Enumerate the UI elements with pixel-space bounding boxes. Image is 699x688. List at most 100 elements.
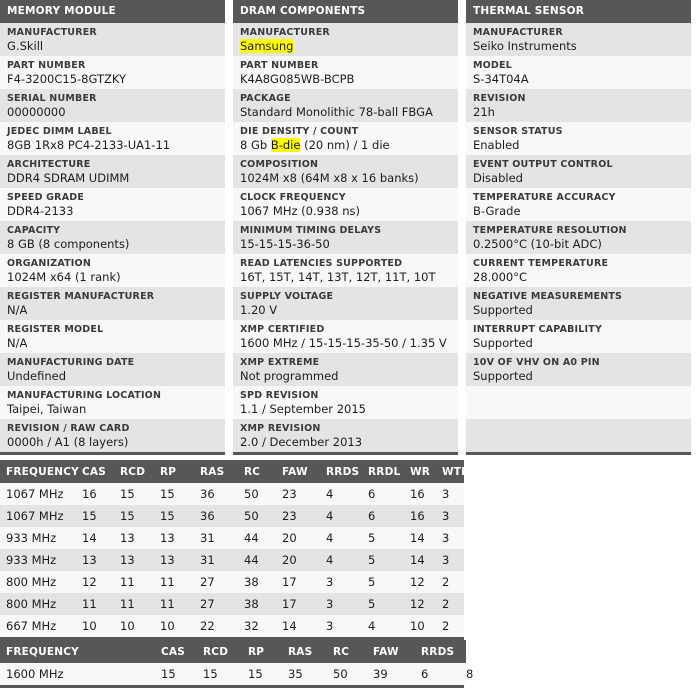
timing-cell: 14 <box>404 549 436 571</box>
xmp-timings-body: 1600 MHz 15 15 15 35 50 39 6 8 <box>0 663 473 685</box>
spd-row-label: XMP CERTIFIED <box>240 324 325 335</box>
spd-row: MANUFACTURER G.Skill <box>0 23 225 56</box>
spd-row: XMP EXTREME Not programmed <box>233 353 458 386</box>
column-header: FREQUENCY <box>0 640 155 663</box>
panel-body: MANUFACTURER Samsung PART NUMBER K4A8G085WB… <box>233 23 458 455</box>
spd-row-value: 2.0 / December 2013 <box>240 435 363 449</box>
spd-row-label: INTERRUPT CAPABILITY <box>473 324 603 335</box>
spd-row-label: READ LATENCIES SUPPORTED <box>240 258 403 269</box>
table-row: 800 MHz 12 11 11 27 38 17 3 5 12 2 <box>0 571 464 593</box>
timing-cell: 17 <box>276 593 320 615</box>
timing-cell: 17 <box>276 571 320 593</box>
timing-cell: 5 <box>362 527 404 549</box>
spd-row: DIE DENSITY / COUNT 8 Gb B-die (20 nm) / … <box>233 122 458 155</box>
spd-row-value: DDR4 SDRAM UDIMM <box>7 171 130 185</box>
spd-row-label: MANUFACTURING DATE <box>7 357 135 368</box>
jedec-timings-head: FREQUENCY CAS RCD RP RAS RC FAW RRDS RRDL WR WTRS <box>0 460 477 483</box>
timing-cell: 36 <box>194 483 238 505</box>
spd-row: PACKAGE Standard Monolithic 78-ball FBGA <box>233 89 458 122</box>
spd-row-label: CLOCK FREQUENCY <box>240 192 346 203</box>
timing-cell: 3 <box>320 571 362 593</box>
column-header: CAS <box>155 640 197 663</box>
column-header: RAS <box>282 640 327 663</box>
spd-row: ORGANIZATION 1024M x64 (1 rank) <box>0 254 225 287</box>
spd-row-value: Samsung <box>240 39 452 54</box>
spd-panel: MEMORY MODULE MANUFACTURER G.Skill PART NUM… <box>0 0 225 455</box>
spd-row-label: REGISTER MANUFACTURER <box>7 291 155 302</box>
spd-row-value: 1024M x64 (1 rank) <box>7 270 121 284</box>
timing-cell: 5 <box>362 549 404 571</box>
spd-row-value: 21h <box>473 105 495 119</box>
spd-row-label: PACKAGE <box>240 93 291 104</box>
spd-row-label: MINIMUM TIMING DELAYS <box>240 225 382 236</box>
column-header: RCD <box>197 640 242 663</box>
frequency-cell: 1067 MHz <box>0 483 76 505</box>
table-row: 800 MHz 11 11 11 27 38 17 3 5 12 2 <box>0 593 464 615</box>
timing-cell: 14 <box>404 527 436 549</box>
spd-row-label: SUPPLY VOLTAGE <box>240 291 334 302</box>
value-suffix: (20 nm) / 1 die <box>300 138 390 152</box>
timing-cell: 23 <box>276 483 320 505</box>
spd-row-value: F4-3200C15-8GTZKY <box>7 72 127 86</box>
timing-cell: 50 <box>238 505 276 527</box>
spd-row-value: 15-15-15-36-50 <box>240 237 330 251</box>
spd-row: CAPACITY 8 GB (8 components) <box>0 221 225 254</box>
spd-row: TEMPERATURE ACCURACY B-Grade <box>466 188 691 221</box>
spd-row: REGISTER MODEL N/A <box>0 320 225 353</box>
spd-row: SUPPLY VOLTAGE 1.20 V <box>233 287 458 320</box>
spd-row: READ LATENCIES SUPPORTED 16T, 15T, 14T, 1… <box>233 254 458 287</box>
spd-row: MINIMUM TIMING DELAYS 15-15-15-36-50 <box>233 221 458 254</box>
timing-cell: 10 <box>114 615 154 637</box>
timing-cell: 27 <box>194 571 238 593</box>
timing-cell: 38 <box>238 571 276 593</box>
timing-cell: 2 <box>436 593 464 615</box>
spd-row-label: TEMPERATURE ACCURACY <box>473 192 616 203</box>
spd-row: SERIAL NUMBER 00000000 <box>0 89 225 122</box>
spd-row: NEGATIVE MEASUREMENTS Supported <box>466 287 691 320</box>
timing-cell: 11 <box>154 593 194 615</box>
spd-row-value: 1067 MHz (0.938 ns) <box>240 204 361 218</box>
jedec-timings-table: FREQUENCY CAS RCD RP RAS RC FAW RRDS RRDL WR WTRS … <box>0 460 477 637</box>
spd-row: JEDEC DIMM LABEL 8GB 1Rx8 PC4-2133-UA1-11 <box>0 122 225 155</box>
column-header: FAW <box>276 460 320 483</box>
spd-row-label: SERIAL NUMBER <box>7 93 97 104</box>
spd-row-label: MANUFACTURING LOCATION <box>7 390 162 401</box>
spd-row: MANUFACTURING LOCATION Taipei, Taiwan <box>0 386 225 419</box>
table-row: 933 MHz 13 13 13 31 44 20 4 5 14 3 <box>0 549 464 571</box>
spd-row: REVISION 21h <box>466 89 691 122</box>
timing-cell: 13 <box>114 549 154 571</box>
table-header-row: FREQUENCY CAS RCD RP RAS RC FAW RRDS RRDL <box>0 640 498 663</box>
timing-cell: 50 <box>238 483 276 505</box>
column-header: RP <box>242 640 282 663</box>
timing-cell: 16 <box>76 483 114 505</box>
frequency-cell: 800 MHz <box>0 593 76 615</box>
panel-title: THERMAL SENSOR <box>466 0 691 23</box>
spd-row-value: 8GB 1Rx8 PC4-2133-UA1-11 <box>7 138 171 152</box>
timing-cell: 20 <box>276 527 320 549</box>
column-header: RP <box>154 460 194 483</box>
spd-row-value: G.Skill <box>7 39 44 53</box>
timing-cell: 50 <box>327 663 367 685</box>
spd-row-label: COMPOSITION <box>240 159 319 170</box>
table-row: 1067 MHz 16 15 15 36 50 23 4 6 16 3 <box>0 483 464 505</box>
timing-cell: 6 <box>362 483 404 505</box>
spd-row-label: NEGATIVE MEASUREMENTS <box>473 291 623 302</box>
spd-row-value: 1.1 / September 2015 <box>240 402 366 416</box>
timing-cell: 32 <box>238 615 276 637</box>
spd-row: 10V OF VHV ON A0 PIN Supported <box>466 353 691 386</box>
spd-row-value: Supported <box>473 336 533 350</box>
timing-cell: 15 <box>114 483 154 505</box>
timing-cell: 15 <box>114 505 154 527</box>
timing-cell: 4 <box>320 483 362 505</box>
timing-cell: 35 <box>282 663 327 685</box>
spd-row-value: Taipei, Taiwan <box>7 402 87 416</box>
spd-row-value: Standard Monolithic 78-ball FBGA <box>240 105 433 119</box>
spd-row-label: ORGANIZATION <box>7 258 91 269</box>
timing-cell: 3 <box>436 549 464 571</box>
timing-cell: 3 <box>436 483 464 505</box>
spd-panels-region: MEMORY MODULE MANUFACTURER G.Skill PART NUM… <box>0 0 699 455</box>
timing-cell: 15 <box>76 505 114 527</box>
spd-row: TEMPERATURE RESOLUTION 0.2500°C (10-bit A… <box>466 221 691 254</box>
spd-row-value: B-Grade <box>473 204 521 218</box>
panel-title: MEMORY MODULE <box>0 0 225 23</box>
